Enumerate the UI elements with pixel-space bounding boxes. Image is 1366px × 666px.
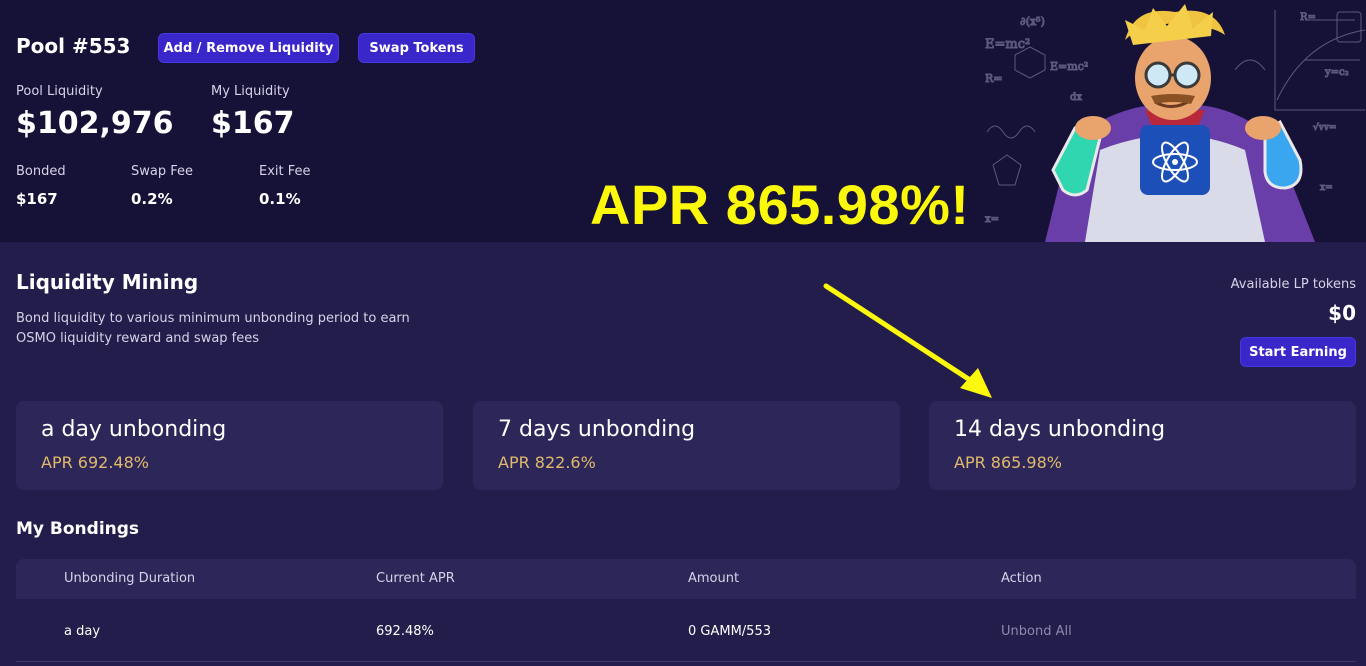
my-liquidity-label: My Liquidity [211,84,290,99]
svg-text:x=: x= [985,214,999,225]
available-lp-label: Available LP tokens [1230,277,1356,292]
swap-fee-value: 0.2% [131,190,173,208]
card-title: 14 days unbonding [954,417,1166,442]
svg-text:dx: dx [1070,92,1082,103]
svg-text:√vv=: √vv= [1313,122,1336,133]
my-liquidity-value: $167 [211,106,295,141]
table-header: Unbonding Duration Current APR Amount Ac… [16,559,1356,599]
apr-highlight-overlay: APR 865.98%! [590,173,970,236]
page-title: Pool #553 [16,34,131,58]
card-apr: APR 822.6% [498,453,596,472]
description-line-1: Bond liquidity to various minimum unbond… [16,311,410,326]
add-remove-liquidity-button[interactable]: Add / Remove Liquidity [158,33,339,63]
bondings-table: Unbonding Duration Current APR Amount Ac… [16,559,1356,666]
column-header: Amount [688,571,740,586]
svg-text:E=mc²: E=mc² [1050,60,1088,73]
liquidity-mining-title: Liquidity Mining [16,270,199,294]
unbonding-card-1day[interactable]: a day unbonding APR 692.48% [16,401,443,490]
unbond-all-button[interactable]: Unbond All [1001,624,1072,639]
cell-apr: 692.48% [376,624,434,639]
column-header: Current APR [376,571,455,586]
start-earning-button[interactable]: Start Earning [1240,337,1356,367]
card-apr: APR 865.98% [954,453,1062,472]
scientist-mascot-illustration: E=mc² ∂(x⁵) R= E=mc² dx x= R= y=c₂ √vv= … [975,0,1366,242]
pool-liquidity-label: Pool Liquidity [16,84,103,99]
svg-text:R=: R= [1300,12,1316,23]
swap-tokens-button[interactable]: Swap Tokens [358,33,475,63]
pool-header-panel: Pool #553 Add / Remove Liquidity Swap To… [0,0,1366,242]
arrow-annotation-icon [823,283,992,398]
card-apr: APR 692.48% [41,453,149,472]
table-row: a day 692.48% 0 GAMM/553 Unbond All [16,600,1356,662]
bonded-label: Bonded [16,164,66,179]
exit-fee-label: Exit Fee [259,164,311,179]
swap-fee-label: Swap Fee [131,164,193,179]
bonded-value: $167 [16,190,58,208]
column-header: Unbonding Duration [64,571,196,586]
available-lp-value: $0 [1328,301,1356,325]
cell-amount: 0 GAMM/553 [688,624,771,639]
exit-fee-value: 0.1% [259,190,301,208]
description-line-2: OSMO liquidity reward and swap fees [16,331,260,346]
svg-text:y=c₂: y=c₂ [1324,67,1349,78]
svg-text:R=: R= [985,72,1003,85]
my-bondings-title: My Bondings [16,519,140,539]
cell-duration: a day [64,624,101,639]
card-title: 7 days unbonding [498,417,696,442]
unbonding-card-7days[interactable]: 7 days unbonding APR 822.6% [473,401,900,490]
column-header: Action [1001,571,1042,586]
liquidity-mining-description: Bond liquidity to various minimum unbond… [16,309,416,349]
svg-text:x=: x= [1320,183,1333,193]
pool-liquidity-value: $102,976 [16,106,174,141]
svg-text:∂(x⁵): ∂(x⁵) [1020,15,1045,28]
card-title: a day unbonding [41,417,227,442]
svg-text:E=mc²: E=mc² [985,37,1030,52]
unbonding-card-14days[interactable]: 14 days unbonding APR 865.98% [929,401,1356,490]
